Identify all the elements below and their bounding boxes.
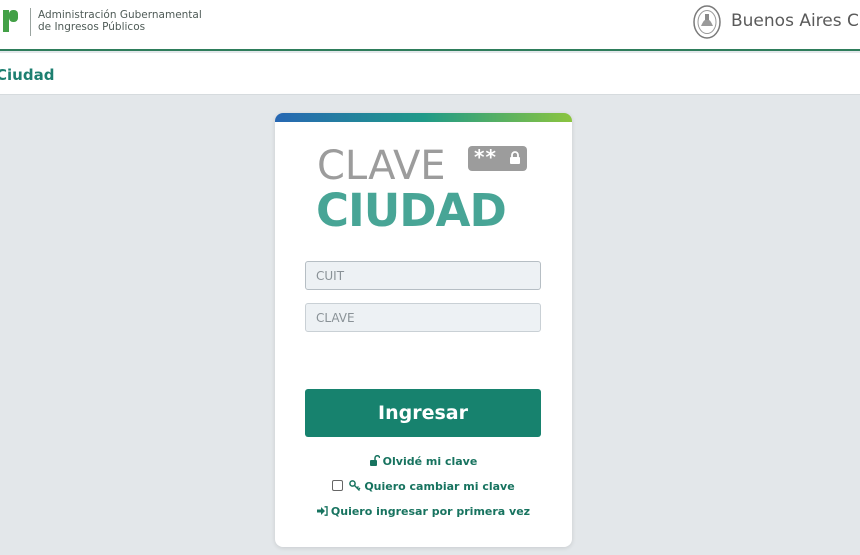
first-time-link[interactable]: Quiero ingresar por primera vez (275, 505, 572, 518)
agency-name-line1: Administración Gubernamental (38, 9, 202, 21)
change-password-checkbox[interactable] (332, 480, 344, 491)
forgot-password-link[interactable]: Olvidé mi clave (275, 454, 572, 468)
badge-asterisks: ** (474, 145, 497, 169)
sign-in-icon (316, 506, 328, 516)
agency-name: Administración Gubernamental de Ingresos… (38, 9, 202, 33)
login-button[interactable]: Ingresar (305, 389, 541, 437)
brand-word-ciudad: CIUDAD (316, 184, 507, 237)
change-password-label: Quiero cambiar mi clave (364, 480, 515, 493)
agency-name-line2: de Ingresos Públicos (38, 21, 146, 33)
clave-input[interactable] (305, 303, 541, 332)
cuit-input[interactable] (305, 261, 541, 290)
card-accent-strip (275, 113, 572, 122)
top-header: Administración Gubernamental de Ingresos… (0, 0, 860, 51)
agip-logo (3, 10, 18, 32)
buenos-aires-seal-icon (693, 5, 721, 39)
section-title: Ciudad (0, 66, 55, 84)
forgot-password-label: Olvidé mi clave (382, 455, 478, 468)
city-name: Buenos Aires Ci (731, 11, 860, 31)
change-password-link[interactable]: Quiero cambiar mi clave (275, 480, 572, 493)
login-card: CLAVE ** CIUDAD Ingresar Olvidé mi clave… (275, 113, 572, 547)
lock-icon (510, 151, 520, 164)
key-icon (349, 480, 361, 491)
section-bar: Ciudad (0, 53, 860, 95)
brand-word-clave: CLAVE (317, 143, 446, 189)
unlock-icon (369, 454, 381, 466)
header-separator (30, 8, 31, 36)
first-time-label: Quiero ingresar por primera vez (330, 505, 531, 518)
brand-password-badge: ** (468, 145, 527, 171)
